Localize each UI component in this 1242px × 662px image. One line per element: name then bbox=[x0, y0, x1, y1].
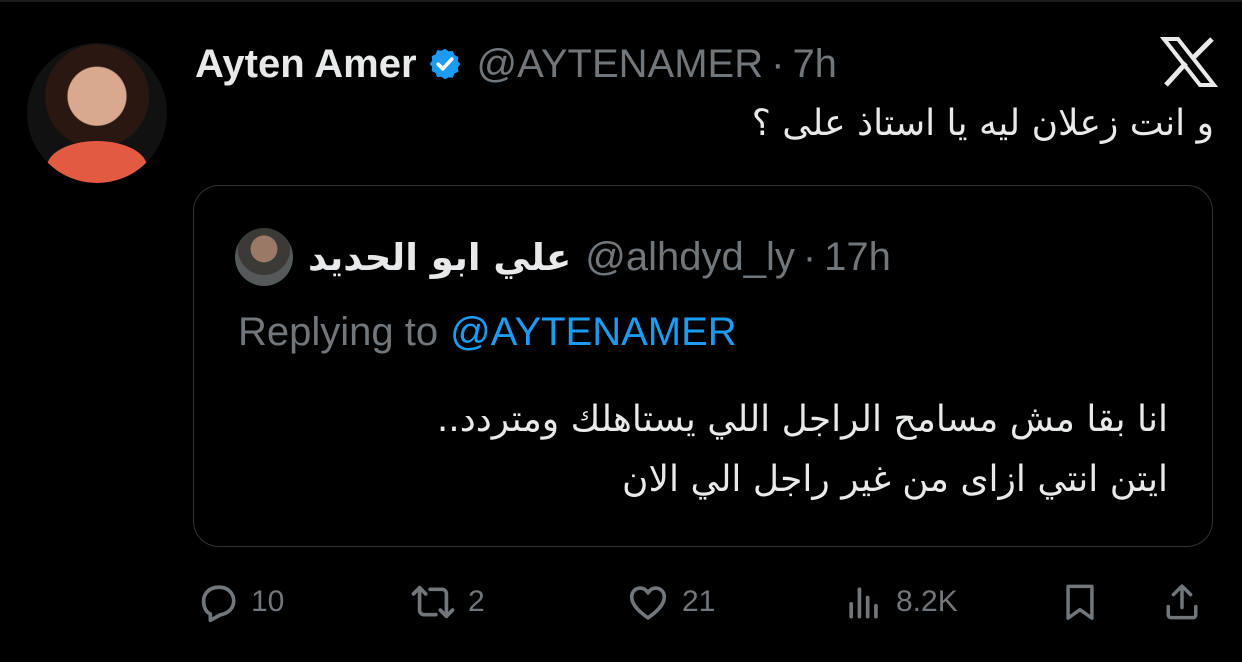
quoted-time-separator: · bbox=[802, 234, 817, 279]
like-icon bbox=[624, 579, 672, 625]
author-name[interactable]: Ayten Amer bbox=[195, 42, 417, 87]
reply-icon bbox=[195, 579, 241, 625]
quoted-tweet-card[interactable]: علي ابو الحديد @alhdyd_ly · 17h Replying… bbox=[193, 185, 1213, 547]
x-logo-icon[interactable] bbox=[1159, 36, 1219, 88]
quoted-text-line: ايتن انتي ازاى من غير راجل الي الان bbox=[622, 459, 1168, 500]
avatar-shirt bbox=[47, 141, 147, 183]
like-button[interactable]: 21 bbox=[624, 572, 715, 632]
views-count: 8.2K bbox=[896, 585, 958, 618]
retweet-icon bbox=[408, 579, 458, 625]
top-divider bbox=[0, 0, 1242, 2]
quoted-tweet-text: انا بقا مش مسامح الراجل اللي يستاهلك ومت… bbox=[268, 390, 1168, 510]
quoted-author-handle[interactable]: @alhdyd_ly bbox=[585, 235, 795, 280]
quoted-author-avatar[interactable] bbox=[235, 228, 293, 286]
quoted-author-name[interactable]: علي ابو الحديد bbox=[308, 236, 571, 279]
tweet-time[interactable]: 7h bbox=[792, 42, 837, 87]
reply-count: 10 bbox=[251, 585, 285, 618]
quoted-text-line: انا بقا مش مسامح الراجل اللي يستاهلك ومت… bbox=[436, 399, 1168, 440]
replying-handle-link[interactable]: @AYTENAMER bbox=[450, 310, 737, 354]
author-handle[interactable]: @AYTENAMER bbox=[477, 42, 764, 87]
verified-badge-icon bbox=[427, 46, 463, 82]
share-icon bbox=[1160, 579, 1204, 625]
retweet-button[interactable]: 2 bbox=[408, 572, 485, 632]
author-avatar[interactable] bbox=[27, 43, 167, 183]
views-icon bbox=[842, 579, 886, 625]
share-button[interactable] bbox=[1160, 572, 1204, 632]
reply-button[interactable]: 10 bbox=[195, 572, 284, 632]
retweet-count: 2 bbox=[468, 585, 485, 618]
quoted-tweet-header: علي ابو الحديد @alhdyd_ly · 17h bbox=[308, 232, 891, 282]
bookmark-icon bbox=[1058, 579, 1102, 625]
tweet-text: و انت زعلان ليه يا استاذ على ؟ bbox=[751, 103, 1214, 144]
quoted-tweet-time[interactable]: 17h bbox=[824, 235, 891, 280]
tweet-header: Ayten Amer @AYTENAMER · 7h bbox=[195, 40, 837, 88]
time-separator: · bbox=[771, 41, 785, 86]
replying-prefix: Replying to bbox=[238, 310, 439, 354]
bookmark-button[interactable] bbox=[1058, 572, 1102, 632]
views-button[interactable]: 8.2K bbox=[842, 572, 958, 632]
tweet-actions-bar: 10 2 21 8.2K bbox=[0, 572, 1242, 632]
replying-to-line: Replying to @AYTENAMER bbox=[238, 310, 737, 355]
like-count: 21 bbox=[682, 585, 716, 618]
